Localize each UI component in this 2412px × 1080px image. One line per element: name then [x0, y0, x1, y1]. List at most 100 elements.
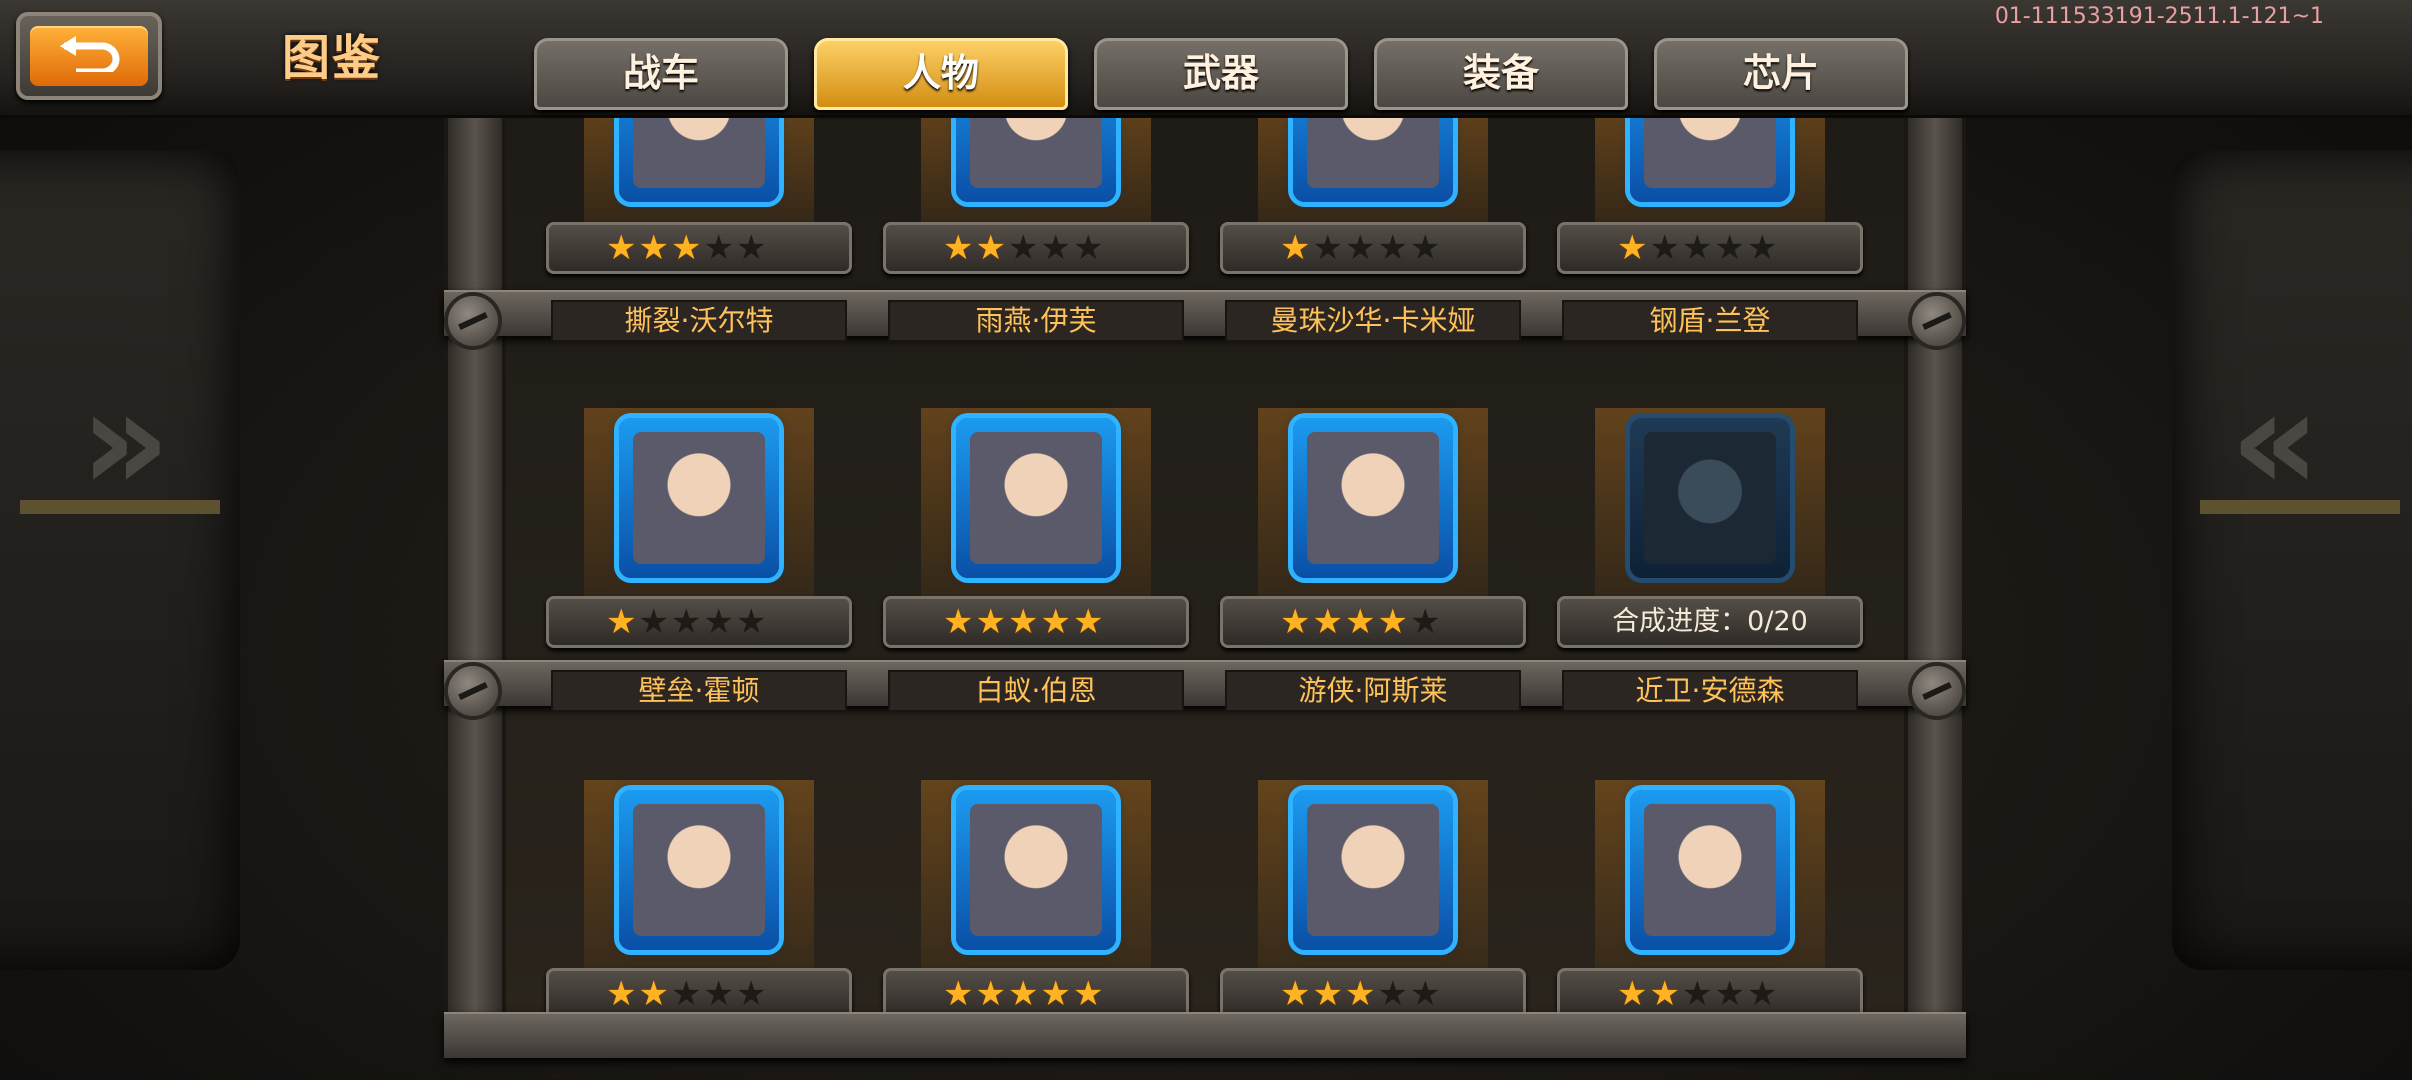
back-button[interactable]	[16, 12, 162, 100]
shelf-plank	[444, 1012, 1966, 1058]
synthesis-progress-label: 合成进度：0/20	[1612, 606, 1808, 637]
character-name: 撕裂·沃尔特	[551, 300, 847, 342]
character-portrait[interactable]	[619, 790, 779, 950]
star-filled-icon: ★	[1617, 974, 1650, 1014]
star-rating: ★★★★★	[1280, 602, 1442, 642]
tab-tanks[interactable]: 战车	[534, 38, 788, 110]
star-empty-icon: ★	[1746, 974, 1780, 1014]
star-rating: ★★★★★	[1617, 974, 1779, 1014]
star-filled-icon: ★	[606, 974, 639, 1014]
character-name: 近卫·安德森	[1562, 670, 1858, 712]
character-avatar	[633, 804, 765, 936]
chevron-left-decor-icon: «	[2230, 360, 2321, 523]
character-name: 钢盾·兰登	[1562, 300, 1858, 342]
decor-stripe-left	[20, 500, 220, 514]
star-filled-icon: ★	[1617, 228, 1650, 268]
page-title: 图鉴	[282, 30, 383, 86]
star-filled-icon: ★	[670, 228, 704, 268]
star-filled-icon: ★	[1377, 602, 1410, 642]
star-rating-bar: ★★★★★	[883, 596, 1189, 648]
star-empty-icon: ★	[1409, 974, 1443, 1014]
character-portrait[interactable]	[619, 418, 779, 578]
star-empty-icon: ★	[1746, 228, 1780, 268]
star-filled-icon: ★	[943, 602, 976, 642]
tab-weapons[interactable]: 武器	[1094, 38, 1348, 110]
star-filled-icon: ★	[1280, 228, 1313, 268]
star-rating: ★★★★★	[606, 602, 768, 642]
star-filled-icon: ★	[1280, 974, 1313, 1014]
build-info: 01-111533191-2511.1-121~1	[1994, 4, 2324, 29]
character-avatar	[970, 432, 1102, 564]
star-filled-icon: ★	[975, 974, 1008, 1014]
star-empty-icon: ★	[1312, 228, 1345, 268]
star-empty-icon: ★	[1714, 974, 1747, 1014]
tab-chips[interactable]: 芯片	[1654, 38, 1908, 110]
star-rating: ★★★★★	[606, 974, 768, 1014]
star-empty-icon: ★	[1409, 602, 1443, 642]
star-empty-icon: ★	[735, 974, 769, 1014]
star-filled-icon: ★	[975, 602, 1008, 642]
star-empty-icon: ★	[735, 228, 769, 268]
background-panel-left	[0, 150, 240, 970]
star-filled-icon: ★	[1040, 974, 1073, 1014]
character-avatar	[1307, 432, 1439, 564]
character-portrait[interactable]	[956, 418, 1116, 578]
character-name: 游侠·阿斯莱	[1225, 670, 1521, 712]
star-empty-icon: ★	[1681, 228, 1715, 268]
star-rating: ★★★★★	[606, 228, 768, 268]
star-filled-icon: ★	[1344, 602, 1378, 642]
tab-equipment[interactable]: 装备	[1374, 38, 1628, 110]
star-rating: ★★★★★	[943, 228, 1105, 268]
star-filled-icon: ★	[1312, 974, 1345, 1014]
decor-stripe-right	[2200, 500, 2400, 514]
character-avatar	[633, 432, 765, 564]
star-empty-icon: ★	[703, 974, 736, 1014]
shelf-pillar-left	[444, 112, 506, 1042]
star-empty-icon: ★	[1409, 228, 1443, 268]
star-empty-icon: ★	[735, 602, 769, 642]
character-portrait[interactable]	[1293, 790, 1453, 950]
tab-characters[interactable]: 人物	[814, 38, 1068, 110]
star-empty-icon: ★	[638, 602, 671, 642]
star-filled-icon: ★	[1007, 602, 1041, 642]
chevron-right-decor-icon: »	[80, 360, 171, 523]
star-empty-icon: ★	[1681, 974, 1715, 1014]
star-filled-icon: ★	[943, 228, 976, 268]
bolt-icon	[448, 666, 498, 716]
character-portrait[interactable]	[1630, 790, 1790, 950]
star-empty-icon: ★	[1072, 228, 1106, 268]
return-arrow-icon	[60, 36, 120, 72]
character-avatar	[1644, 804, 1776, 936]
star-filled-icon: ★	[1040, 602, 1073, 642]
star-empty-icon: ★	[1377, 974, 1410, 1014]
character-avatar	[970, 804, 1102, 936]
star-empty-icon: ★	[1377, 228, 1410, 268]
character-avatar	[1307, 804, 1439, 936]
star-rating: ★★★★★	[943, 974, 1105, 1014]
bolt-icon	[448, 296, 498, 346]
star-filled-icon: ★	[1344, 974, 1378, 1014]
character-name: 壁垒·霍顿	[551, 670, 847, 712]
star-rating-bar: ★★★★★	[1220, 596, 1526, 648]
star-empty-icon: ★	[703, 602, 736, 642]
star-filled-icon: ★	[1312, 602, 1345, 642]
star-filled-icon: ★	[606, 602, 639, 642]
star-filled-icon: ★	[1649, 974, 1682, 1014]
star-filled-icon: ★	[1280, 602, 1313, 642]
character-name: 曼珠沙华·卡米娅	[1225, 300, 1521, 342]
character-name: 白蚁·伯恩	[888, 670, 1184, 712]
character-portrait[interactable]	[1293, 418, 1453, 578]
star-rating-bar: ★★★★★	[1557, 222, 1863, 274]
star-filled-icon: ★	[638, 974, 671, 1014]
star-empty-icon: ★	[1649, 228, 1682, 268]
star-filled-icon: ★	[1072, 974, 1106, 1014]
star-rating-bar: ★★★★★	[1220, 222, 1526, 274]
star-rating: ★★★★★	[1280, 228, 1442, 268]
star-filled-icon: ★	[943, 974, 976, 1014]
bolt-icon	[1912, 666, 1962, 716]
star-empty-icon: ★	[670, 974, 704, 1014]
character-name: 雨燕·伊芙	[888, 300, 1184, 342]
star-filled-icon: ★	[1007, 974, 1041, 1014]
character-portrait[interactable]	[1630, 418, 1790, 578]
character-portrait[interactable]	[956, 790, 1116, 950]
